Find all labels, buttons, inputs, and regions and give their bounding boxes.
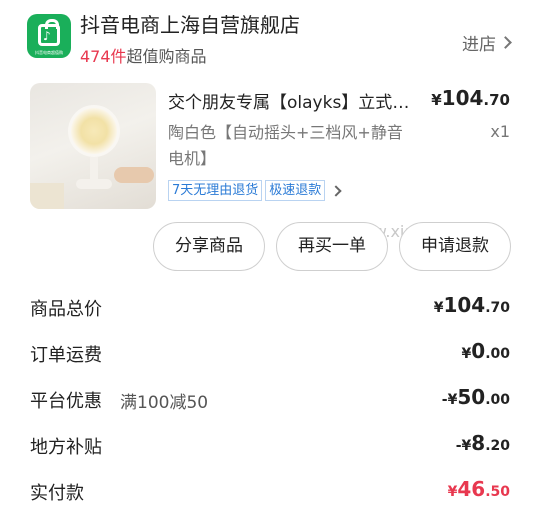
amount-integer: 0 xyxy=(471,339,486,363)
shop-name[interactable]: 抖音电商上海自营旗舰店 xyxy=(80,9,300,38)
shop-header: ♪ 抖音电商超值购 抖音电商上海自营旗舰店 474件超值购商品 进店 xyxy=(0,0,540,76)
product-quantity: x1 xyxy=(490,122,510,141)
amount-currency: -¥ xyxy=(455,438,472,454)
product-card[interactable]: 交个朋友专属【olayks】立式桌面风扇 ¥104.70 陶白色【自动摇头+三档… xyxy=(0,80,540,215)
summary-amount: ¥104.70 xyxy=(434,293,510,317)
service-tags[interactable]: 7天无理由退货 极速退款 xyxy=(168,180,342,201)
summary-label: 地方补贴 xyxy=(30,437,102,458)
amount-decimal: .70 xyxy=(485,300,510,316)
amount-currency: ¥ xyxy=(461,346,472,362)
amount-currency: ¥ xyxy=(447,484,458,500)
price-currency: ¥ xyxy=(431,91,442,109)
summary-row-paid: 实付款 ¥46.50 xyxy=(0,469,540,515)
summary-label: 实付款 xyxy=(30,483,84,504)
price-integer: 104 xyxy=(441,86,484,110)
amount-currency: ¥ xyxy=(433,300,444,316)
amount-decimal: .00 xyxy=(485,346,510,362)
enter-shop-label: 进店 xyxy=(462,35,496,55)
summary-label: 订单运费 xyxy=(30,345,102,366)
share-product-button[interactable]: 分享商品 xyxy=(153,222,265,271)
amount-integer: 8 xyxy=(471,431,486,455)
amount-integer: 50 xyxy=(457,385,486,409)
summary-row-total: 商品总价 ¥104.70 xyxy=(0,285,540,331)
tag-return-policy: 7天无理由退货 xyxy=(168,180,263,201)
summary-amount: -¥50.00 xyxy=(442,385,510,409)
tag-fast-refund: 极速退款 xyxy=(265,180,326,201)
summary-label: 平台优惠 xyxy=(30,391,102,412)
product-price: ¥104.70 xyxy=(431,86,510,110)
amount-decimal: .20 xyxy=(485,438,510,454)
fan-base-shape xyxy=(76,179,112,189)
summary-row-platform-discount: 平台优惠 满100减50 -¥50.00 xyxy=(0,377,540,423)
rebuy-button[interactable]: 再买一单 xyxy=(276,222,388,271)
summary-amount-paid: ¥46.50 xyxy=(448,477,510,501)
shop-logo-icon[interactable]: ♪ 抖音电商超值购 xyxy=(27,14,71,58)
product-spec-line: 陶白色【自动摇头+三档风+静音 xyxy=(168,123,403,142)
music-note-icon: ♪ xyxy=(43,29,51,43)
amount-integer: 104 xyxy=(443,293,486,317)
summary-row-local-subsidy: 地方补贴 -¥8.20 xyxy=(0,423,540,469)
enter-shop-button[interactable]: 进店 xyxy=(462,30,512,55)
product-spec: 陶白色【自动摇头+三档风+静音 电机】 xyxy=(168,120,428,172)
chevron-right-icon[interactable] xyxy=(330,184,342,197)
product-title[interactable]: 交个朋友专属【olayks】立式桌面风扇 xyxy=(168,88,416,113)
summary-row-shipping: 订单运费 ¥0.00 xyxy=(0,331,540,377)
action-bar: 分享商品 再买一单 申请退款 xyxy=(0,222,540,272)
amount-integer: 46 xyxy=(457,477,486,501)
chevron-right-icon xyxy=(499,36,512,49)
thumb-hand xyxy=(114,167,154,183)
product-spec-line: 电机】 xyxy=(168,149,217,168)
logo-subtext: 抖音电商超值购 xyxy=(35,50,63,55)
shop-item-count: 474件 xyxy=(80,47,127,66)
discount-rule-note: 满100减50 xyxy=(120,393,209,413)
amount-decimal: .00 xyxy=(485,392,510,408)
amount-currency: -¥ xyxy=(441,392,458,408)
shop-tagline-text: 超值购商品 xyxy=(126,47,207,66)
thumb-book xyxy=(30,183,64,209)
product-thumbnail[interactable] xyxy=(30,83,156,209)
amount-decimal: .50 xyxy=(485,484,510,500)
summary-label: 商品总价 xyxy=(30,299,102,320)
summary-amount: -¥8.20 xyxy=(456,431,510,455)
request-refund-button[interactable]: 申请退款 xyxy=(399,222,511,271)
shop-tagline: 474件超值购商品 xyxy=(80,43,207,67)
price-decimal: .70 xyxy=(483,91,510,109)
fan-head-shape xyxy=(68,105,120,157)
summary-amount: ¥0.00 xyxy=(462,339,510,363)
